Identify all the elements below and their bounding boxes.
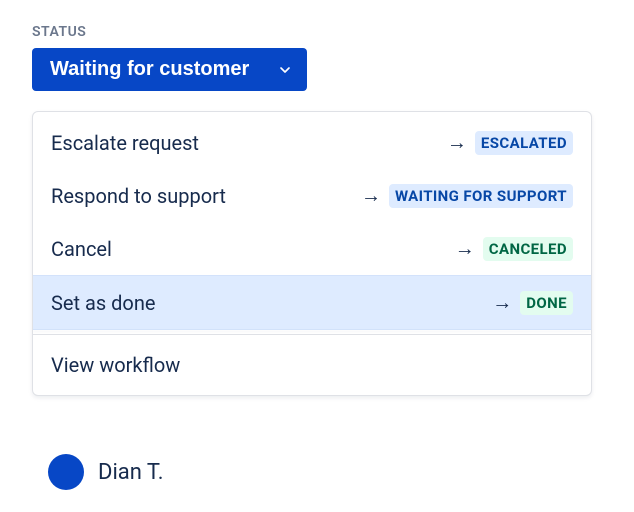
transition-item-escalate[interactable]: Escalate request → ESCALATED <box>33 116 591 169</box>
transition-label: Respond to support <box>51 184 226 208</box>
arrow-right-icon: → <box>455 236 475 261</box>
arrow-right-icon: → <box>447 130 467 155</box>
arrow-right-icon: → <box>492 290 512 315</box>
status-transition-menu: Escalate request → ESCALATED Respond to … <box>32 111 592 396</box>
transition-item-respond[interactable]: Respond to support → WAITING FOR SUPPORT <box>33 169 591 222</box>
obscured-row: Dian T. <box>48 454 164 490</box>
status-dropdown-button[interactable]: Waiting for customer <box>32 48 307 91</box>
transition-label: Escalate request <box>51 131 199 155</box>
transition-target-lozenge: DONE <box>520 291 573 315</box>
transition-target-lozenge: CANCELED <box>483 237 573 261</box>
arrow-right-icon: → <box>361 183 381 208</box>
status-section-label: STATUS <box>32 24 602 40</box>
obscured-user-name: Dian T. <box>98 460 164 485</box>
status-current-value: Waiting for customer <box>50 58 249 81</box>
view-workflow-link[interactable]: View workflow <box>33 335 591 395</box>
transition-label: Set as done <box>51 291 155 315</box>
transition-item-cancel[interactable]: Cancel → CANCELED <box>33 222 591 275</box>
transition-target-lozenge: ESCALATED <box>475 131 573 155</box>
transition-label: Cancel <box>51 237 112 261</box>
chevron-down-icon <box>277 62 293 78</box>
transition-target-lozenge: WAITING FOR SUPPORT <box>389 184 573 208</box>
avatar <box>48 454 84 490</box>
transition-item-done[interactable]: Set as done → DONE <box>33 275 591 330</box>
